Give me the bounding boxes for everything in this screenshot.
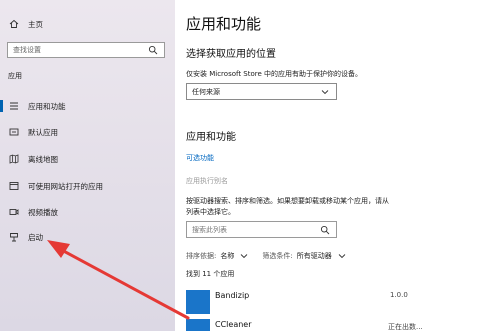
sidebar-item-label: 默认应用	[28, 127, 58, 137]
app-list-search-input[interactable]: 搜索此列表	[186, 221, 337, 238]
settings-search-placeholder: 查找设置	[13, 46, 41, 54]
sidebar-item-apps-features[interactable]: 应用和功能	[8, 100, 66, 112]
search-icon[interactable]	[147, 44, 159, 56]
app-source-dropdown[interactable]: 任何来源	[186, 83, 337, 100]
bandizip-app-icon[interactable]	[186, 290, 210, 314]
home-nav-item[interactable]: 主页	[8, 18, 43, 30]
sidebar-item-label: 应用和功能	[28, 101, 66, 111]
web-apps-icon	[8, 180, 20, 192]
home-label: 主页	[28, 19, 43, 29]
sidebar-item-startup[interactable]: 启动	[8, 231, 43, 243]
sidebar-item-label: 视频播放	[28, 207, 58, 217]
filter-dropdown[interactable]: 所有驱动器	[297, 251, 332, 261]
app-list-search-placeholder: 搜索此列表	[192, 225, 227, 234]
optional-features-link[interactable]: 可选功能	[186, 153, 214, 163]
sort-filter-row: 排序依据: 名称 筛选条件: 所有驱动器	[186, 250, 348, 262]
sidebar-item-video-playback[interactable]: 视频播放	[8, 206, 58, 218]
app-meta-ccleaner: 正在出数...	[388, 323, 423, 331]
startup-icon	[8, 231, 20, 243]
sidebar-item-web-apps[interactable]: 可使用网站打开的应用	[8, 180, 103, 192]
source-heading: 选择获取应用的位置	[186, 49, 276, 60]
sidebar-item-offline-maps[interactable]: 离线地图	[8, 153, 58, 165]
sort-label: 排序依据:	[186, 252, 217, 260]
page-title: 应用和功能	[186, 15, 262, 33]
source-description: 仅安装 Microsoft Store 中的应用有助于保护你的设备。	[186, 70, 363, 78]
chevron-down-icon[interactable]	[238, 250, 250, 262]
sidebar-item-label: 离线地图	[28, 154, 58, 164]
sidebar-item-label: 启动	[28, 232, 43, 242]
sidebar-item-default-apps[interactable]: 默认应用	[8, 126, 58, 138]
app-name-ccleaner[interactable]: CCleaner	[215, 320, 252, 329]
video-icon	[8, 206, 20, 218]
chevron-down-icon[interactable]	[336, 250, 348, 262]
list-description-line2: 列表中选择它。	[186, 208, 235, 216]
sort-dropdown[interactable]: 名称	[220, 251, 234, 261]
search-icon[interactable]	[319, 224, 331, 236]
list-description-line1: 按驱动器搜索、排序和筛选。如果想要卸载或移动某个应用，请从	[186, 197, 389, 205]
home-icon	[8, 18, 20, 30]
chevron-down-icon	[319, 86, 331, 98]
sidebar-item-label: 可使用网站打开的应用	[28, 181, 103, 191]
app-meta-bandizip: 1.0.0	[390, 291, 408, 299]
filter-label: 筛选条件:	[262, 252, 293, 260]
settings-sidebar: 主页 查找设置 应用 应用和功能 默认应用 离线地图 可使用网站打开的应用 视频…	[0, 0, 175, 331]
active-indicator	[0, 100, 3, 112]
app-aliases-link[interactable]: 应用执行别名	[186, 176, 228, 186]
map-icon	[8, 153, 20, 165]
settings-search-input[interactable]: 查找设置	[7, 42, 165, 58]
apps-heading: 应用和功能	[186, 132, 236, 143]
category-label: 应用	[8, 72, 22, 80]
default-apps-icon	[8, 126, 20, 138]
ccleaner-app-icon[interactable]	[186, 319, 210, 331]
list-icon	[8, 100, 20, 112]
found-apps-count: 找到 11 个应用	[186, 270, 235, 278]
app-source-value: 任何来源	[192, 87, 220, 96]
app-name-bandizip[interactable]: Bandizip	[215, 291, 249, 300]
